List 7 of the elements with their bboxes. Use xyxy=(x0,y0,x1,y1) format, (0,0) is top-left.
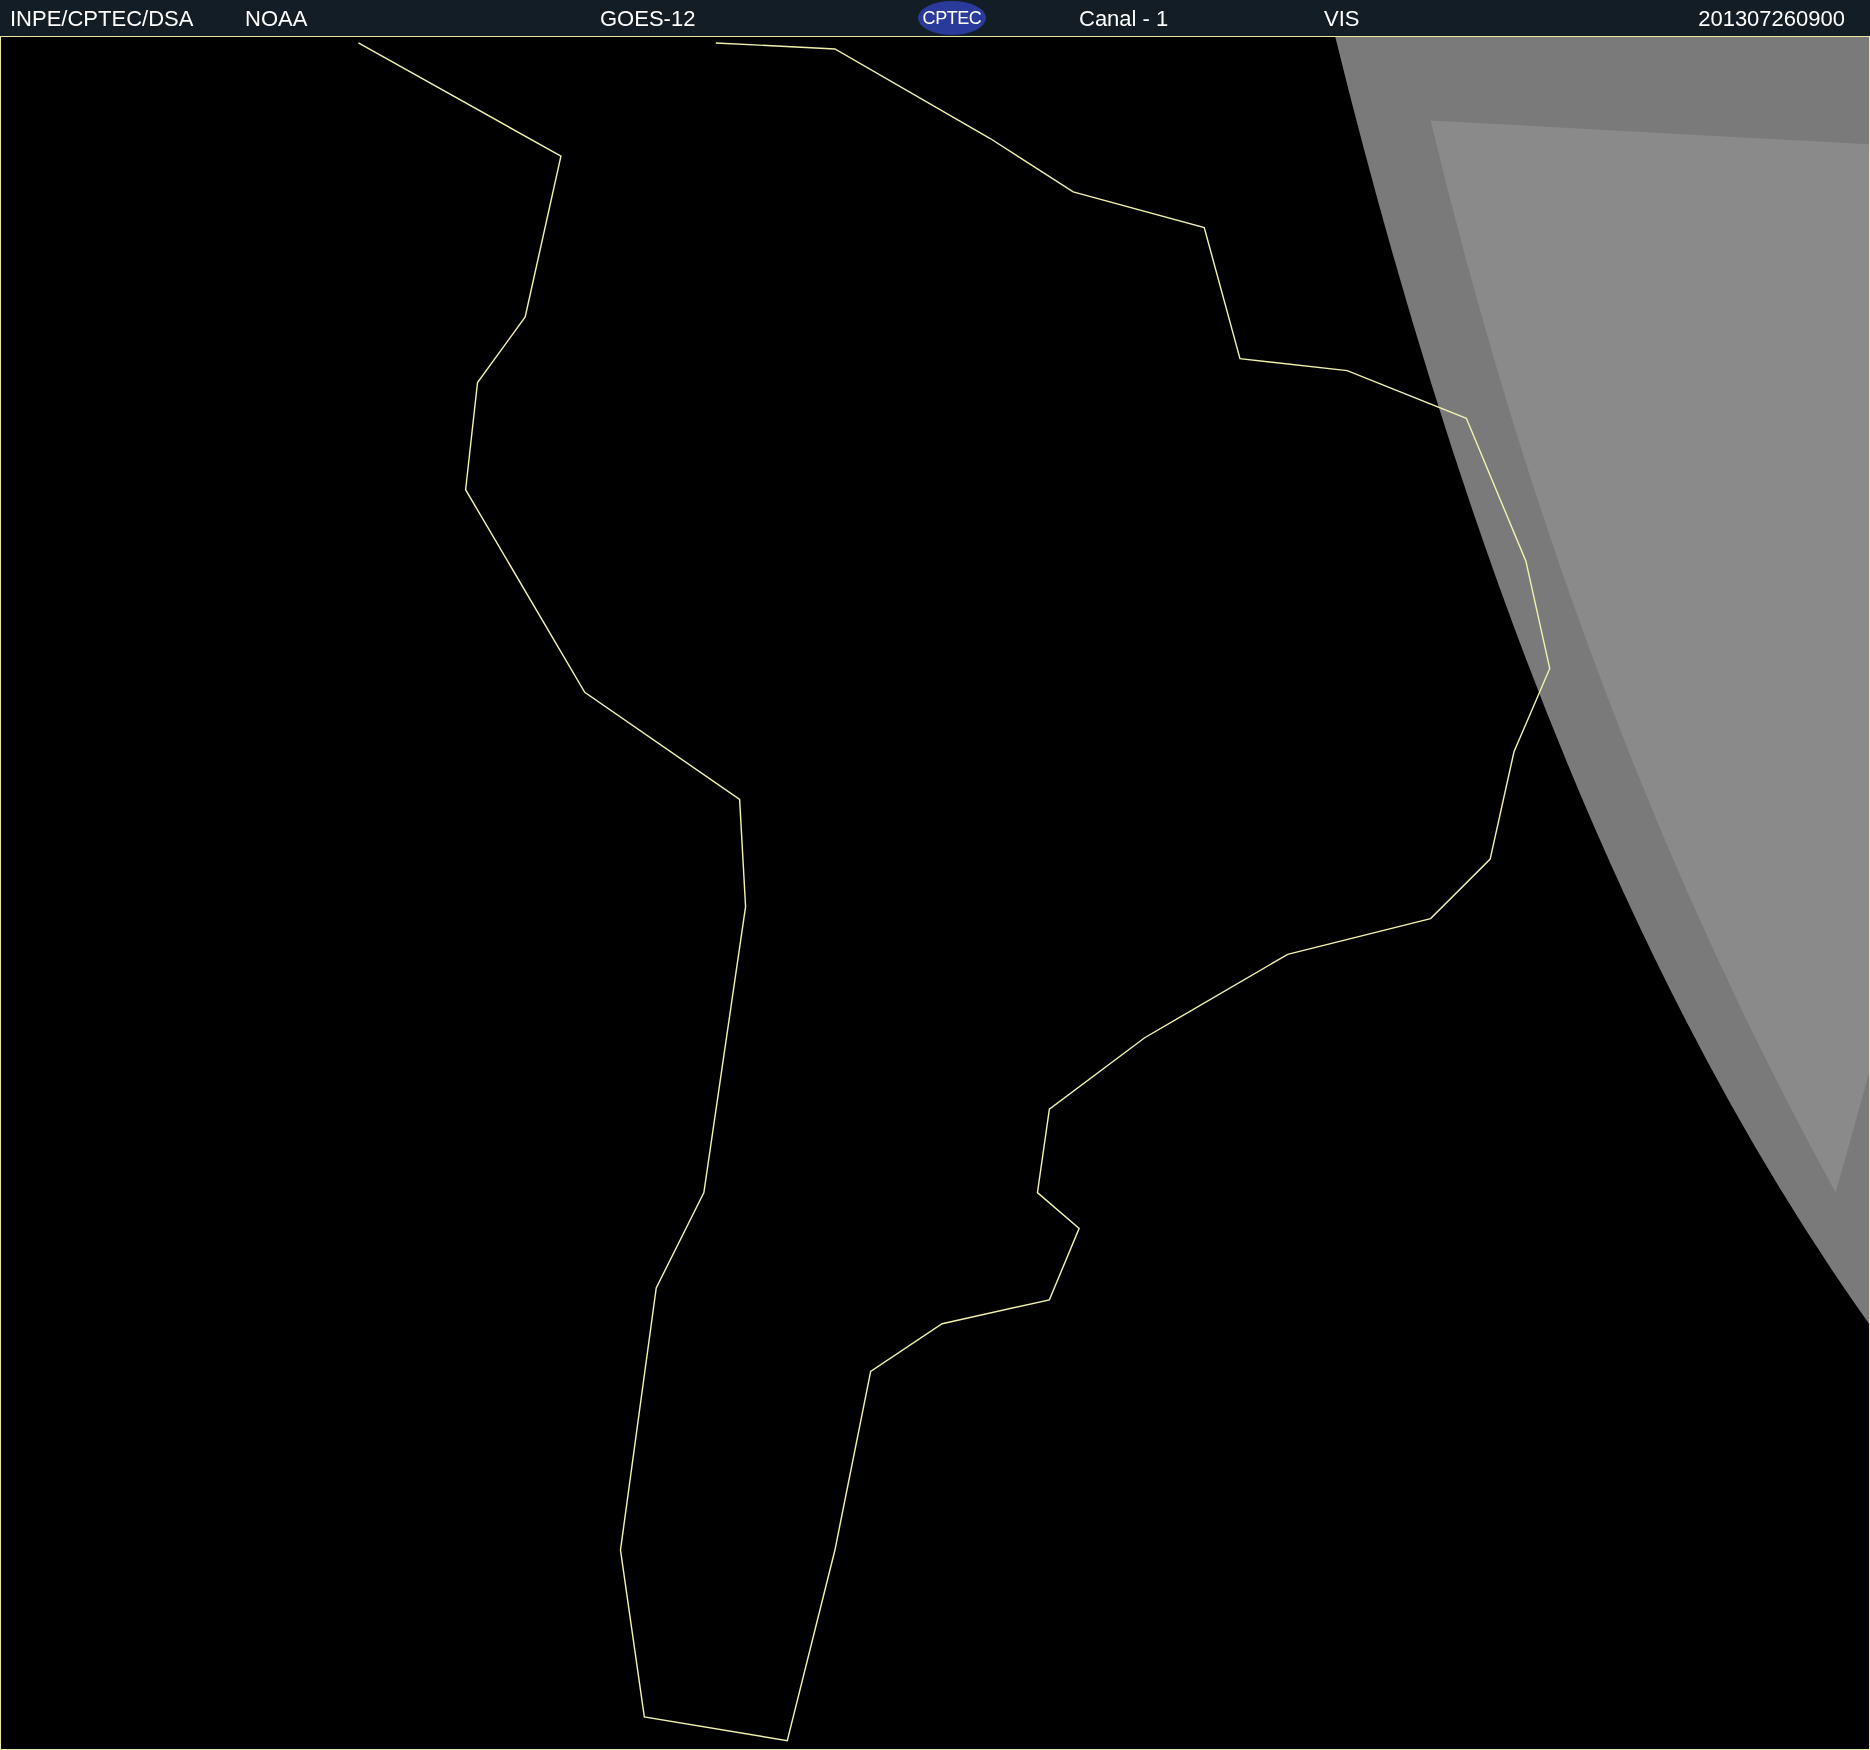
channel-label: Canal - 1 xyxy=(1079,4,1170,33)
source-label: INPE/CPTEC/DSA xyxy=(10,4,195,33)
logo: CPTEC xyxy=(918,1,986,35)
agency-label: NOAA xyxy=(245,4,309,33)
timestamp-label: 201307260900 xyxy=(1698,4,1846,33)
band-label: VIS xyxy=(1324,4,1360,33)
satellite-label: GOES-12 xyxy=(600,4,697,33)
